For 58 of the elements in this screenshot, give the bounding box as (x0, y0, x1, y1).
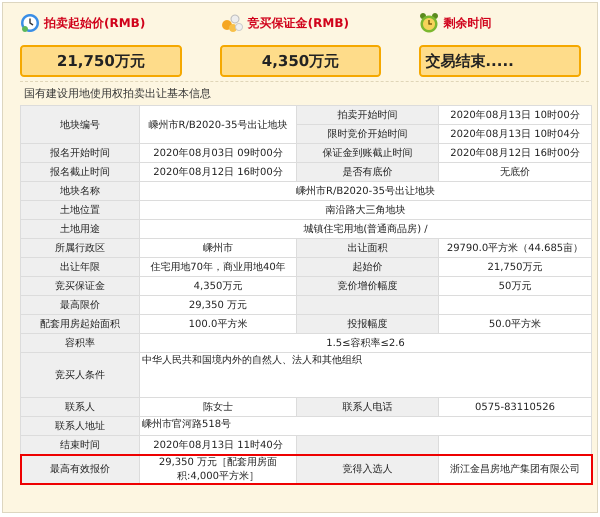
field-label: 地块名称 (20, 182, 140, 200)
summary-value: 4,350万元 (220, 45, 382, 77)
field-value: 1.5≤容积率≤2.6 (140, 334, 592, 352)
field-label: 拍卖开始时间 (296, 106, 438, 124)
field-label: 联系人地址 (20, 416, 140, 436)
field-label: 竞买人条件 (20, 352, 140, 398)
field-label: 保证金到账截止时间 (296, 144, 438, 162)
field-value: 嵊州市 (140, 238, 296, 258)
summary-title: 拍卖起始价(RMB) (44, 14, 146, 32)
field-value: 陈女士 (140, 398, 296, 416)
field-label: 报名截止时间 (20, 162, 140, 182)
field-value: 2020年08月12日 16时00分 (438, 144, 592, 162)
summary-value: 交易结束..... (419, 45, 582, 77)
field-value: 50万元 (438, 276, 592, 296)
alarm-clock-icon (419, 12, 440, 34)
field-label: 结束时间 (20, 436, 140, 454)
field-value: 100.0平方米 (140, 314, 296, 334)
field-value: 2020年08月03日 09时00分 (140, 144, 296, 162)
field-value: 无底价 (438, 162, 592, 182)
coins-icon (220, 13, 244, 33)
field-label: 竞价增价幅度 (296, 276, 438, 296)
field-value: 2020年08月13日 10时04分 (438, 124, 592, 144)
field-label: 起始价 (296, 258, 438, 276)
field-label: 最高限价 (20, 296, 140, 314)
field-label: 竞得入选人 (296, 454, 438, 484)
field-label: 投报幅度 (296, 314, 438, 334)
field-value: 嵊州市R/B2020-35号出让地块 (140, 106, 296, 144)
summary-value: 21,750万元 (20, 45, 182, 77)
field-label: 报名开始时间 (20, 144, 140, 162)
field-label: 最高有效报价 (20, 454, 140, 484)
field-value: 2020年08月12日 16时00分 (140, 162, 296, 182)
field-value: 嵊州市R/B2020-35号出让地块 (140, 182, 592, 200)
section-title: 国有建设用地使用权拍卖出让基本信息 (23, 86, 212, 102)
field-label: 是否有底价 (296, 162, 438, 182)
field-label: 出让年限 (20, 258, 140, 276)
field-value: 50.0平方米 (438, 314, 592, 334)
field-value: 南沿路大三角地块 (140, 200, 592, 220)
clock-icon (20, 13, 40, 33)
field-label: 竞买保证金 (20, 276, 140, 296)
field-label: 配套用房起始面积 (20, 314, 140, 334)
field-label: 容积率 (20, 334, 140, 352)
field-label: 限时竞价开始时间 (296, 124, 438, 144)
field-value: 2020年08月13日 10时00分 (438, 106, 592, 124)
field-label: 地块编号 (20, 106, 140, 144)
field-value: 29790.0平方米（44.685亩） (438, 238, 592, 258)
field-value: 21,750万元 (438, 258, 592, 276)
field-label: 土地用途 (20, 220, 140, 238)
field-label: 联系人 (20, 398, 140, 416)
field-value: 29,350 万元 (140, 296, 296, 314)
field-label: 出让面积 (296, 238, 438, 258)
summary-title: 剩余时间 (443, 14, 492, 32)
field-label: 土地位置 (20, 200, 140, 220)
field-value: 4,350万元 (140, 276, 296, 296)
field-value: 0575-83110526 (438, 398, 592, 416)
summary-title: 竞买保证金(RMB) (248, 14, 349, 32)
field-label: 所属行政区 (20, 238, 140, 258)
field-label: 联系人电话 (296, 398, 438, 416)
field-value: 住宅用地70年，商业用地40年 (140, 258, 296, 276)
